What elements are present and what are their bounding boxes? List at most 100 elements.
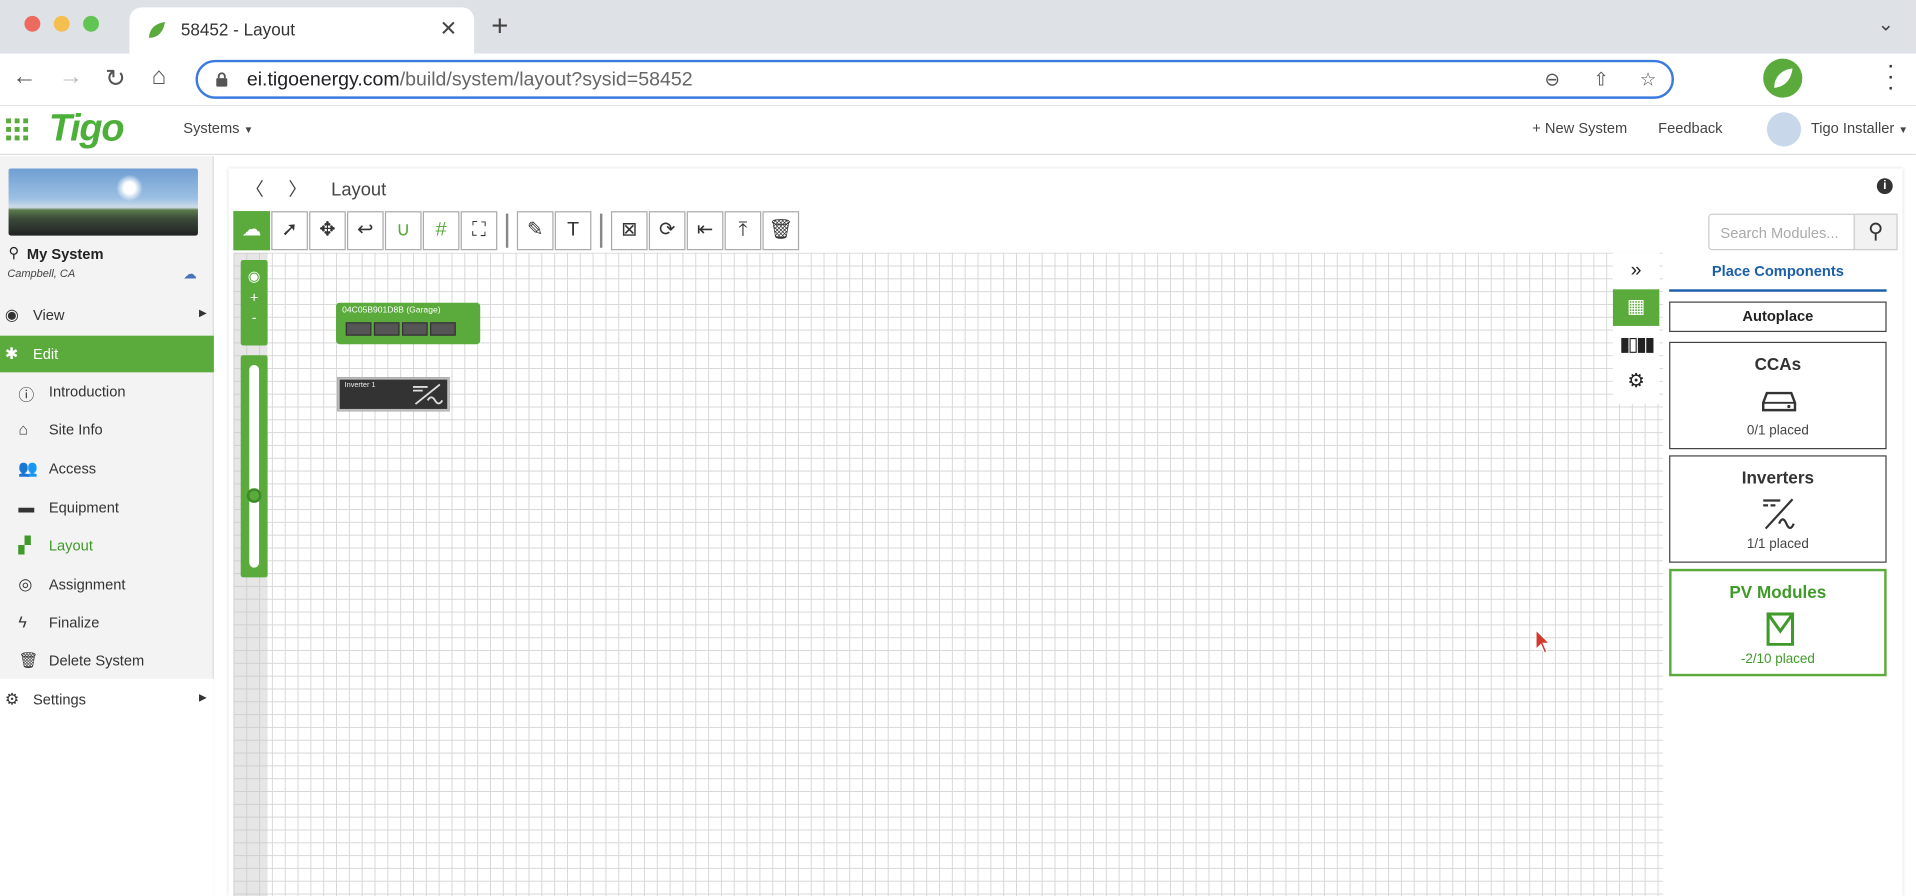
component-status: -2/10 placed (1740, 651, 1815, 667)
select-pointer-icon[interactable]: ➚ (271, 211, 308, 251)
close-tab-icon[interactable]: ✕ (440, 17, 457, 41)
new-system-label: New System (1544, 119, 1628, 137)
text-tool-icon[interactable]: T (554, 211, 592, 251)
page-title: Layout (331, 179, 387, 201)
sidebar-item-label: Finalize (48, 614, 100, 632)
undo-icon[interactable]: ↩ (347, 211, 384, 251)
collapse-panel-icon[interactable]: » (1613, 253, 1659, 290)
component-title: PV Modules (1729, 582, 1827, 602)
sidebar-item-label: Introduction (48, 383, 126, 401)
url-field[interactable]: ei.tigoenergy.com/build/system/layout?sy… (195, 59, 1675, 99)
browser-menu-icon[interactable]: · · · (1887, 54, 1895, 100)
snap-magnet-icon[interactable]: ∪ (384, 211, 422, 251)
antenna-icon: ◎ (18, 574, 33, 594)
chevron-right-icon: ▶ (198, 307, 207, 319)
system-name[interactable]: My System (27, 245, 104, 262)
module-cells (345, 322, 456, 336)
grid-icon[interactable]: # (422, 211, 460, 251)
cca-component-card[interactable]: CCAs 0/1 placed (1669, 341, 1887, 450)
sidebar-item-finalize[interactable]: ϟ Finalize (0, 604, 214, 641)
autoplace-button[interactable]: Autoplace (1669, 301, 1887, 333)
bolt-icon: ϟ (18, 612, 27, 632)
wrench-icon: ✱ (4, 344, 19, 363)
draw-pencil-icon[interactable]: ✎ (516, 211, 554, 251)
maximize-window-dot[interactable] (83, 15, 99, 32)
minimize-window-dot[interactable] (53, 15, 70, 32)
trash-icon: 🗑 (18, 650, 39, 669)
delete-icon[interactable]: 🗑 (762, 211, 800, 251)
sidebar-item-equipment[interactable]: ▬ Equipment (0, 490, 214, 527)
forward-icon[interactable]: → (59, 63, 83, 91)
align-left-icon[interactable]: ⇤ (686, 211, 724, 251)
share-icon[interactable]: ⇧ (1593, 68, 1608, 91)
barcode-icon[interactable]: ▮▯▮▮ (1613, 327, 1659, 364)
toolbar-divider (599, 213, 603, 248)
sidebar-item-layout[interactable]: ▞ Layout (0, 527, 214, 564)
tab-list-chevron-icon[interactable]: ⌄ (1878, 12, 1894, 36)
upload-cloud-icon[interactable]: ☁ (233, 211, 271, 251)
layout-canvas[interactable]: ◉ + - 04C05B901D8B (Garage) Inverter 1 (233, 252, 1664, 896)
user-menu[interactable]: Tigo Installer ▼ (1811, 120, 1908, 137)
zoom-slider[interactable] (240, 355, 268, 578)
home-icon[interactable]: ⌂ (152, 63, 167, 91)
module-icon[interactable]: ⊠ (610, 211, 648, 251)
gear-icon[interactable]: ⚙ (1613, 364, 1659, 401)
pv-modules-component-card[interactable]: PV Modules -2/10 placed (1669, 568, 1887, 677)
user-avatar[interactable] (1766, 112, 1802, 147)
fit-screen-icon[interactable]: ⛶ (460, 211, 498, 251)
sidebar-item-settings[interactable]: ⚙ Settings ▶ (0, 681, 214, 718)
browser-profile-icon[interactable] (1763, 58, 1803, 98)
browser-tab[interactable]: 58452 - Layout ✕ (129, 7, 475, 54)
zoom-out-icon[interactable]: ⊖ (1544, 68, 1559, 91)
grid-component-icon[interactable]: ▦ (1612, 289, 1660, 326)
tigo-leaf-icon (149, 21, 165, 38)
sun-glare (116, 174, 143, 202)
system-photo (8, 168, 198, 236)
search-icon[interactable]: ⚲ (1853, 213, 1898, 251)
move-icon[interactable]: ✥ (309, 211, 346, 251)
zoom-in-button[interactable]: + (241, 289, 268, 306)
inverter-label: Inverter 1 (344, 382, 376, 390)
align-top-icon[interactable]: ⤒ (724, 211, 762, 251)
module-string[interactable]: 04C05B901D8B (Garage) (336, 302, 481, 345)
back-icon[interactable]: ← (12, 63, 36, 91)
tigo-logo[interactable]: Tigo (49, 106, 125, 150)
caret-down-icon: ▼ (243, 124, 254, 136)
inverter-block[interactable]: Inverter 1 (337, 377, 450, 412)
feedback-link[interactable]: Feedback (1658, 120, 1722, 137)
systems-menu[interactable]: Systems ▼ (183, 120, 253, 137)
inverter-icon (413, 383, 444, 405)
systems-menu-label: Systems (183, 119, 240, 137)
sidebar-item-view[interactable]: ◉ View ▶ (0, 297, 214, 334)
sidebar: ⚲ My System Campbell, CA ☁ ◉ View ▶ ✱ Ed… (0, 156, 214, 896)
close-window-dot[interactable] (24, 15, 41, 32)
slider-track (249, 364, 260, 568)
toolbox-icon: ▬ (18, 498, 35, 517)
browser-tab-bar: 58452 - Layout ✕ + ⌄ (0, 0, 1916, 54)
forward-chevron-icon[interactable]: 〉 (288, 179, 306, 200)
sidebar-item-site-info[interactable]: ⌂ Site Info (0, 411, 214, 448)
new-tab-icon[interactable]: + (491, 10, 508, 44)
sidebar-item-access[interactable]: 👥 Access (0, 450, 214, 487)
plus-icon: + (1532, 119, 1541, 137)
bookmark-star-icon[interactable]: ☆ (1640, 68, 1656, 91)
app-grid-icon[interactable] (6, 118, 29, 141)
rotate-icon[interactable]: ⟳ (648, 211, 686, 251)
place-components-tab[interactable]: Place Components (1669, 262, 1887, 292)
sidebar-item-introduction[interactable]: ⓘ Introduction (0, 374, 214, 411)
back-chevron-icon[interactable]: 〈 (246, 179, 264, 200)
slider-knob[interactable] (246, 488, 262, 503)
reload-icon[interactable]: ↻ (105, 63, 125, 94)
sidebar-item-edit[interactable]: ✱ Edit (0, 335, 214, 373)
system-location: Campbell, CA (7, 267, 76, 280)
zoom-out-button[interactable]: - (241, 309, 268, 326)
place-components-panel: Place Components Autoplace CCAs 0/1 plac… (1666, 252, 1899, 896)
search-modules-input[interactable]: Search Modules... (1708, 213, 1855, 251)
sidebar-item-assignment[interactable]: ◎ Assignment (0, 566, 214, 603)
inverters-component-card[interactable]: Inverters 1/1 placed (1669, 455, 1887, 563)
info-icon[interactable]: i (1876, 178, 1893, 195)
eye-icon[interactable]: ◉ (241, 267, 268, 284)
sidebar-item-label: Delete System (48, 651, 145, 669)
new-system-link[interactable]: + New System (1532, 120, 1627, 137)
sidebar-item-delete-system[interactable]: 🗑 Delete System (0, 642, 214, 679)
